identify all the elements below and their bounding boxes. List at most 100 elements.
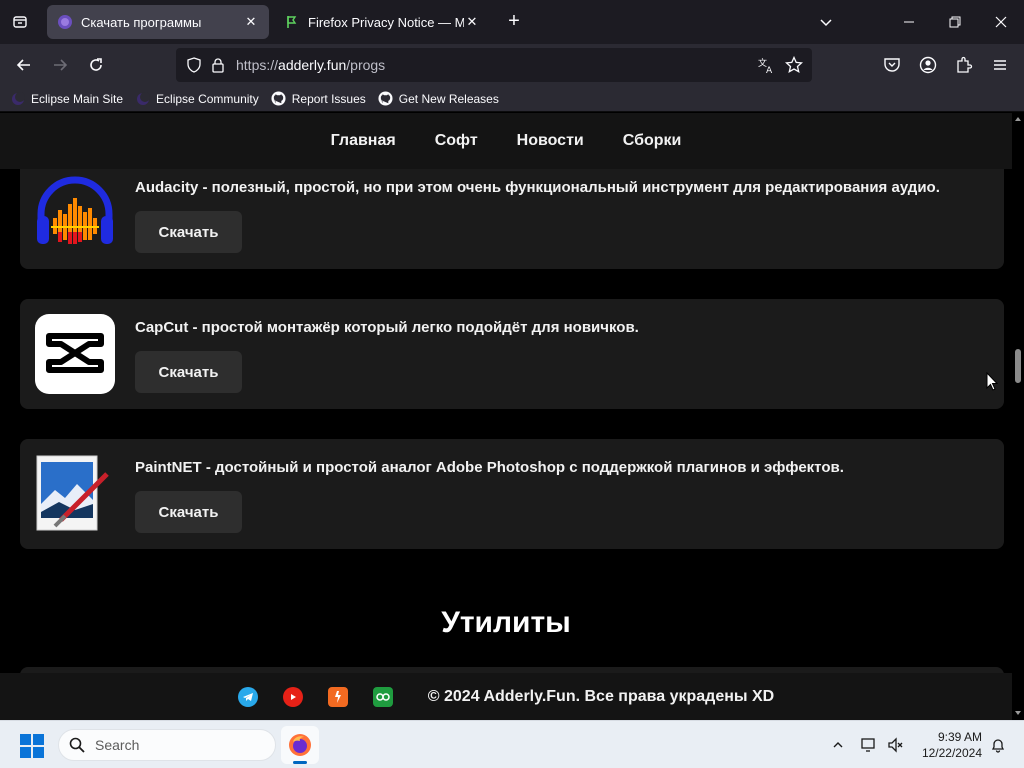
arrow-left-icon (16, 59, 30, 71)
translate-icon[interactable]: 文A (754, 53, 778, 77)
download-button[interactable]: Скачать (135, 351, 242, 393)
download-button[interactable]: Скачать (135, 491, 242, 533)
bookmark-star-icon[interactable] (782, 53, 806, 77)
lock-icon[interactable] (206, 53, 230, 77)
taskbar-clock[interactable]: 9:39 AM 12/22/2024 (912, 729, 982, 761)
volume-button[interactable] (884, 733, 908, 757)
card-description: PaintNET - достойный и простой аналог Ad… (135, 459, 844, 476)
firefox-view-button[interactable] (6, 8, 34, 36)
bookmark-eclipse-main[interactable]: Eclipse Main Site (10, 91, 123, 107)
tab-title: Скачать программы (81, 14, 202, 30)
software-card-paintnet: PaintNET - достойный и простой аналог Ad… (20, 439, 1004, 549)
url-text[interactable]: https://adderly.fun/progs (236, 57, 754, 73)
account-button[interactable] (914, 51, 942, 79)
display-icon (861, 738, 875, 752)
account-icon (919, 56, 937, 74)
card-description: Audacity - полезный, простой, но при это… (135, 179, 940, 196)
active-app-indicator (293, 761, 307, 764)
scroll-up-icon[interactable] (1014, 115, 1022, 123)
extensions-button[interactable] (950, 51, 978, 79)
chevron-down-icon (820, 19, 832, 27)
github-icon (378, 91, 394, 107)
boosty-icon[interactable] (327, 686, 348, 707)
nav-link-home[interactable]: Главная (331, 132, 396, 150)
taskbar-firefox[interactable] (281, 726, 319, 764)
navigation-toolbar: https://adderly.fun/progs 文A (0, 44, 1024, 86)
app-menu-button[interactable] (986, 51, 1014, 79)
shield-icon[interactable] (182, 53, 206, 77)
minimize-button[interactable] (886, 0, 932, 44)
reload-button[interactable] (82, 51, 110, 79)
site-navigation: Главная Софт Новости Сборки (0, 113, 1012, 169)
url-scheme: https:// (236, 57, 279, 73)
tab-inactive[interactable]: Firefox Privacy Notice — Mozill ✕ (274, 5, 490, 39)
bell-icon (991, 739, 1005, 753)
site-footer: © 2024 Adderly.Fun. Все права украдены X… (0, 673, 1012, 720)
footer-copyright: © 2024 Adderly.Fun. Все права украдены X… (427, 687, 775, 705)
paintnet-logo-icon (36, 455, 109, 531)
bookmark-eclipse-community[interactable]: Eclipse Community (135, 91, 259, 107)
minimize-icon (904, 21, 914, 23)
search-icon (69, 737, 85, 753)
bookmark-report-issues[interactable]: Report Issues (271, 91, 366, 107)
network-button[interactable] (858, 733, 882, 757)
notifications-button[interactable] (986, 733, 1010, 757)
tab-active[interactable]: Скачать программы ✕ (47, 5, 269, 39)
nav-link-soft[interactable]: Софт (435, 132, 478, 150)
windows-start-icon[interactable] (20, 734, 44, 758)
scroll-down-icon[interactable] (1014, 709, 1022, 717)
audacity-logo-icon (37, 176, 113, 244)
taskbar-search[interactable]: Search (58, 729, 276, 761)
clock-time: 9:39 AM (937, 730, 982, 744)
restore-icon (949, 16, 961, 28)
nav-link-builds[interactable]: Сборки (623, 132, 682, 150)
bookmark-label: Get New Releases (398, 91, 499, 106)
clock-date: 12/22/2024 (921, 746, 982, 760)
search-label: Search (95, 737, 140, 753)
nav-link-news[interactable]: Новости (517, 132, 584, 150)
show-hidden-icons-button[interactable] (826, 733, 850, 757)
software-card-capcut: CapCut - простой монтажёр который легко … (20, 299, 1004, 409)
reload-icon (90, 58, 102, 71)
url-path: /progs (346, 57, 386, 73)
site-favicon-icon (58, 15, 72, 29)
scrollbar-thumb[interactable] (1015, 349, 1021, 383)
tab-strip: Скачать программы ✕ Firefox Privacy Noti… (0, 0, 1024, 44)
windows-taskbar: Search 9:39 AM 12/22/2024 (0, 720, 1024, 768)
bookmark-label: Eclipse Main Site (31, 91, 124, 106)
donationalerts-icon[interactable] (372, 686, 393, 707)
pocket-icon (884, 58, 900, 72)
url-bar[interactable]: https://adderly.fun/progs 文A (176, 48, 812, 82)
bookmark-label: Report Issues (291, 91, 366, 106)
download-button[interactable]: Скачать (135, 211, 242, 253)
volume-muted-icon (888, 737, 903, 753)
mouse-cursor-icon (986, 372, 998, 391)
close-icon (995, 16, 1007, 28)
telegram-icon[interactable] (237, 686, 258, 707)
puzzle-icon (957, 56, 973, 73)
close-window-button[interactable] (978, 0, 1024, 44)
page-scrollbar[interactable] (1012, 113, 1024, 720)
tab-close-icon[interactable]: ✕ (243, 14, 259, 30)
forward-button[interactable] (46, 51, 74, 79)
page-content: Главная Софт Новости Сборки Audacity - п… (0, 113, 1012, 720)
mozilla-flag-icon (287, 16, 297, 28)
eclipse-icon (135, 91, 151, 107)
new-tab-button[interactable]: + (502, 10, 526, 34)
svg-text:A: A (766, 66, 773, 74)
browser-window: Скачать программы ✕ Firefox Privacy Noti… (0, 0, 1024, 768)
bookmark-get-new-releases[interactable]: Get New Releases (378, 91, 499, 107)
software-card-audacity: Audacity - полезный, простой, но при это… (20, 159, 1004, 269)
pocket-button[interactable] (878, 51, 906, 79)
tab-close-icon[interactable]: ✕ (464, 14, 480, 30)
hamburger-icon (994, 60, 1006, 70)
youtube-icon[interactable] (282, 686, 303, 707)
section-title: Утилиты (441, 606, 571, 639)
back-button[interactable] (10, 51, 38, 79)
list-all-tabs-button[interactable] (814, 10, 838, 34)
firefox-icon (289, 734, 311, 756)
eclipse-icon (10, 91, 26, 107)
capcut-logo-icon (35, 314, 115, 394)
restore-button[interactable] (932, 0, 978, 44)
bookmark-label: Eclipse Community (156, 91, 259, 106)
